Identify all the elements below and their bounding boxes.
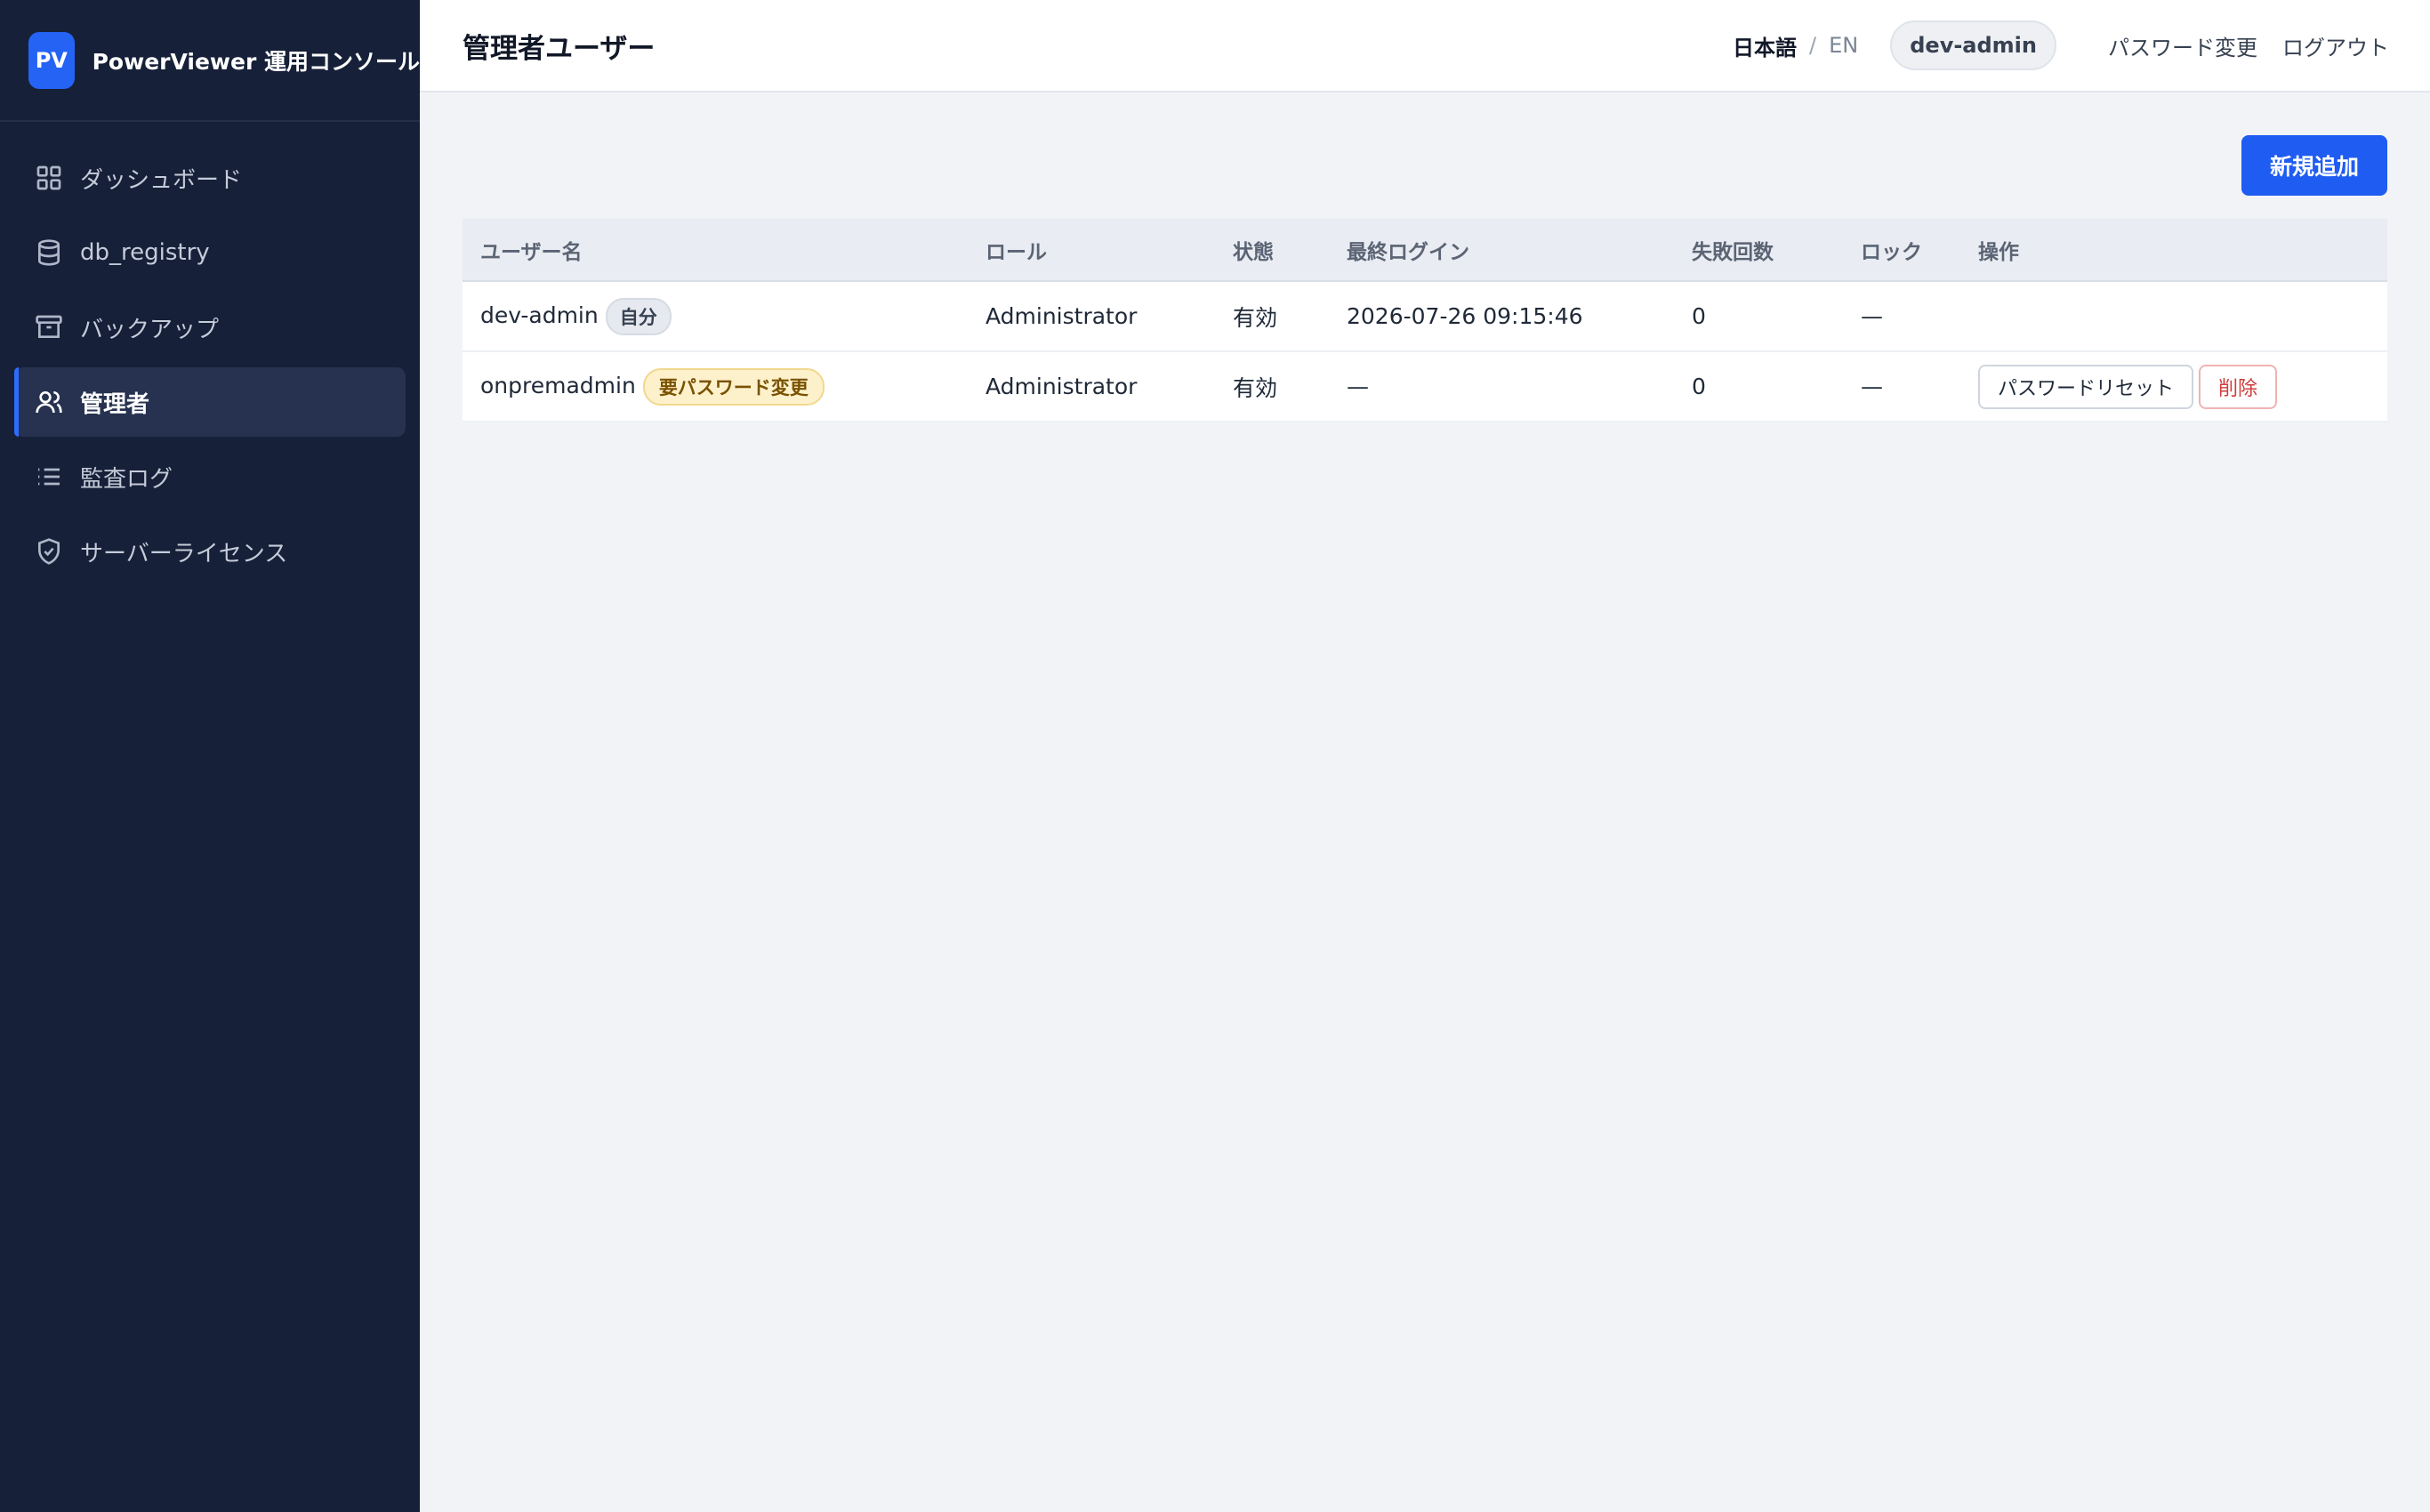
failures-cell: 0 [1674,351,1843,422]
role-cell: Administrator [968,351,1215,422]
list-icon [34,462,64,492]
shield-check-icon [34,536,64,567]
sidebar-item-label: 監査ログ [80,465,173,493]
header-actions: 日本語 / EN dev-admin パスワード変更 ログアウト [1733,20,2389,70]
last-login-cell: — [1329,351,1674,422]
database-icon [34,237,64,268]
grid-icon [34,163,64,193]
status-cell: 有効 [1215,351,1329,422]
role-cell: Administrator [968,281,1215,352]
table-row: onpremadmin 要パスワード変更 Administrator 有効 — 0… [463,351,2387,422]
change-password-link[interactable]: パスワード変更 [2108,30,2257,61]
sidebar-item-audit-log[interactable]: 監査ログ [14,442,406,511]
main-content: 新規追加 ユーザー名 ロール 状態 最終ログイン 失敗回数 ロック 操作 dev… [420,92,2430,1512]
current-user-badge: dev-admin [1890,20,2056,70]
self-badge: 自分 [605,297,672,335]
sidebar-item-db-registry[interactable]: db_registry [14,218,406,287]
actions-cell: パスワードリセット 削除 [1960,351,2387,422]
column-header-lock[interactable]: ロック [1843,219,1960,282]
password-reset-button[interactable]: パスワードリセット [1978,364,2194,409]
sidebar-item-backup[interactable]: バックアップ [14,293,406,362]
status-cell: 有効 [1215,281,1329,352]
lang-separator: / [1809,33,1817,58]
username: onpremadmin [480,372,636,398]
sidebar-item-admins[interactable]: 管理者 [14,367,406,437]
app-name: PowerViewer 運用コンソール [92,48,420,75]
logout-link[interactable]: ログアウト [2282,30,2389,61]
column-header-last-login[interactable]: 最終ログイン [1329,219,1674,282]
sidebar-item-label: サーバーライセンス [80,540,288,567]
sidebar-item-label: ダッシュボード [80,166,243,194]
sidebar-item-server-license[interactable]: サーバーライセンス [14,517,406,586]
column-header-failures[interactable]: 失敗回数 [1674,219,1843,282]
lock-cell: — [1843,281,1960,352]
username-cell: onpremadmin 要パスワード変更 [463,351,968,422]
username-cell: dev-admin 自分 [463,281,968,352]
lock-cell: — [1843,351,1960,422]
app-logo[interactable]: PV [28,31,75,89]
table-row: dev-admin 自分 Administrator 有効 2026-07-26 … [463,281,2387,352]
sidebar-item-label: db_registry [80,239,210,266]
password-change-required-badge: 要パスワード変更 [642,367,825,406]
admin-users-table: ユーザー名 ロール 状態 最終ログイン 失敗回数 ロック 操作 dev-admi… [463,219,2387,422]
lang-en-link[interactable]: EN [1829,33,1858,58]
sidebar: PV PowerViewer 運用コンソール ダッシュボード db_regist… [0,0,420,1512]
username: dev-admin [480,302,599,328]
sidebar-item-dashboard[interactable]: ダッシュボード [14,143,406,213]
last-login-cell: 2026-07-26 09:15:46 [1329,281,1674,352]
add-user-button[interactable]: 新規追加 [2241,135,2387,196]
failures-cell: 0 [1674,281,1843,352]
column-header-role[interactable]: ロール [968,219,1215,282]
sidebar-item-label: 管理者 [80,390,150,418]
column-header-actions: 操作 [1960,219,2387,282]
actions-cell [1960,281,2387,352]
lang-ja-link[interactable]: 日本語 [1733,30,1797,61]
top-header: 管理者ユーザー 日本語 / EN dev-admin パスワード変更 ログアウト [420,0,2430,92]
sidebar-item-label: バックアップ [80,316,220,343]
brand: PV PowerViewer 運用コンソール [0,0,420,122]
page-title: 管理者ユーザー [463,32,656,65]
column-header-username[interactable]: ユーザー名 [463,219,968,282]
table-header-row: ユーザー名 ロール 状態 最終ログイン 失敗回数 ロック 操作 [463,219,2387,282]
sidebar-nav: ダッシュボード db_registry バックアップ 管理者 監査ログ サーバー… [0,122,420,586]
users-icon [34,387,64,417]
archive-icon [34,312,64,342]
delete-button[interactable]: 削除 [2199,364,2278,409]
toolbar: 新規追加 [463,135,2387,196]
column-header-status[interactable]: 状態 [1215,219,1329,282]
